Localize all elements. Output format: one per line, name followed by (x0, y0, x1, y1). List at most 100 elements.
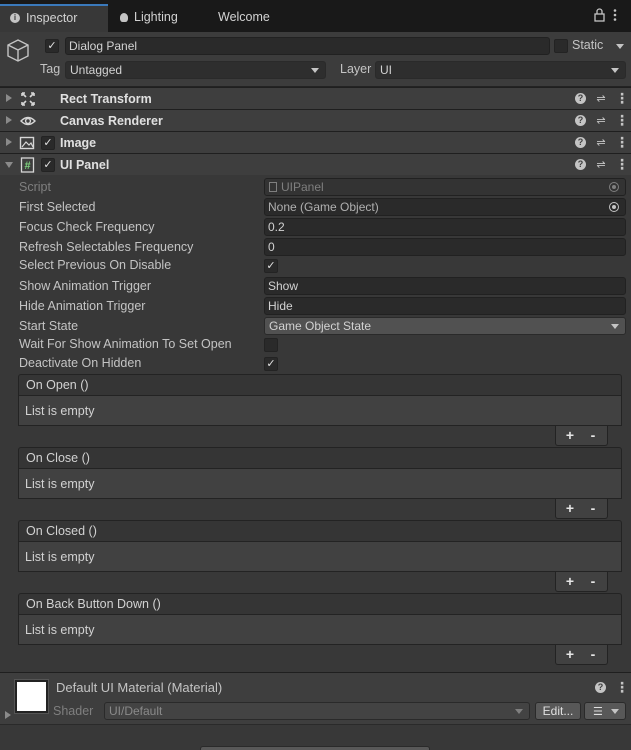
wait-for-show-checkbox[interactable] (264, 338, 278, 352)
add-component-button[interactable] (200, 746, 430, 750)
help-icon[interactable]: ? (595, 682, 606, 693)
start-state-label: Start State (19, 319, 79, 333)
component-header-icons: ? ⇌ ⋮ (575, 135, 629, 151)
event-header-on-back-button-down: On Back Button Down () (18, 593, 622, 615)
component-header-icons: ? ⇌ ⋮ (575, 157, 629, 173)
event-header-on-open: On Open () (18, 374, 622, 396)
focus-check-field[interactable]: 0.2 (264, 218, 626, 236)
tag-dropdown[interactable]: Untagged (65, 61, 326, 79)
tab-welcome[interactable]: Welcome (208, 4, 298, 32)
static-checkbox[interactable] (554, 39, 568, 53)
static-label: Static (572, 38, 604, 52)
info-icon (10, 6, 20, 30)
add-button[interactable]: + (561, 426, 579, 445)
event-list-empty: List is empty (18, 542, 622, 572)
add-button[interactable]: + (561, 645, 579, 664)
start-state-dropdown[interactable]: Game Object State (264, 317, 626, 335)
first-selected-field[interactable]: None (Game Object) (264, 198, 626, 216)
list-add-remove: + - (555, 426, 608, 446)
remove-button[interactable]: - (584, 645, 602, 664)
component-rect-transform[interactable]: Rect Transform ? ⇌ ⋮ (0, 87, 631, 109)
edit-shader-button[interactable]: Edit... (535, 702, 581, 720)
hide-animation-field[interactable]: Hide (264, 297, 626, 315)
remove-button[interactable]: - (584, 572, 602, 591)
start-state-value: Game Object State (269, 319, 372, 333)
presets-icon[interactable]: ⇌ (595, 159, 607, 171)
deactivate-on-hidden-checkbox[interactable]: ✓ (264, 357, 278, 371)
event-list-empty: List is empty (18, 615, 622, 645)
material-header-icons: ? ⋮ (595, 680, 629, 696)
presets-icon[interactable]: ⇌ (595, 115, 607, 127)
select-previous-label: Select Previous On Disable (19, 258, 172, 272)
object-picker-icon (609, 182, 619, 192)
help-icon[interactable]: ? (575, 115, 586, 126)
object-picker-icon[interactable] (609, 202, 619, 212)
component-header-icons: ? ⇌ ⋮ (575, 113, 629, 129)
layer-label: Layer (340, 62, 372, 76)
tab-inspector[interactable]: Inspector (0, 4, 108, 32)
show-animation-label: Show Animation Trigger (19, 279, 152, 293)
material-preview-swatch[interactable] (14, 679, 49, 714)
object-name-field[interactable]: Dialog Panel (65, 37, 550, 55)
add-button[interactable]: + (561, 572, 579, 591)
event-header-on-closed: On Closed () (18, 520, 622, 542)
script-file-icon (269, 182, 277, 192)
component-title: Canvas Renderer (60, 114, 163, 128)
focus-check-label: Focus Check Frequency (19, 220, 155, 234)
component-canvas-renderer[interactable]: Canvas Renderer ? ⇌ ⋮ (0, 109, 631, 131)
kebab-menu-icon[interactable]: ⋮ (615, 91, 629, 106)
remove-button[interactable]: - (584, 499, 602, 518)
list-add-remove: + - (555, 499, 608, 519)
help-icon[interactable]: ? (575, 137, 586, 148)
object-active-checkbox[interactable]: ✓ (45, 39, 59, 53)
chevron-down-icon (515, 709, 523, 714)
script-icon: # (20, 157, 35, 173)
component-enabled-checkbox[interactable]: ✓ (41, 158, 55, 172)
svg-text:#: # (24, 160, 30, 172)
layer-dropdown[interactable]: UI (375, 61, 626, 79)
chevron-down-icon (311, 68, 319, 73)
tab-bar-controls (593, 8, 623, 25)
event-list-empty: List is empty (18, 396, 622, 426)
chevron-down-icon (611, 68, 619, 73)
kebab-menu-icon[interactable]: ⋮ (615, 113, 629, 128)
kebab-menu-icon[interactable]: ⋮ (615, 135, 629, 150)
material-section: Default UI Material (Material) Shader UI… (0, 672, 631, 724)
add-button[interactable]: + (561, 499, 579, 518)
first-selected-label: First Selected (19, 200, 96, 214)
static-dropdown-arrow-icon[interactable] (616, 44, 624, 49)
shader-value: UI/Default (109, 704, 163, 718)
show-animation-field[interactable]: Show (264, 277, 626, 295)
component-title: UI Panel (60, 158, 110, 172)
layer-value: UI (380, 63, 392, 77)
select-previous-checkbox[interactable]: ✓ (264, 259, 278, 273)
foldout-arrow-icon[interactable] (6, 116, 12, 124)
presets-icon[interactable]: ⇌ (595, 137, 607, 149)
component-title: Image (60, 136, 97, 150)
script-label: Script (19, 180, 51, 194)
foldout-arrow-icon[interactable] (5, 711, 11, 719)
remove-button[interactable]: - (584, 426, 602, 445)
lock-icon[interactable] (593, 8, 623, 22)
tab-lighting[interactable]: Lighting (110, 4, 206, 32)
hide-animation-label: Hide Animation Trigger (19, 299, 146, 313)
presets-icon[interactable]: ⇌ (595, 93, 607, 105)
shader-options-button[interactable]: ☰ (584, 702, 626, 720)
tag-value: Untagged (70, 63, 123, 77)
help-icon[interactable]: ? (575, 93, 586, 104)
kebab-menu-icon[interactable]: ⋮ (615, 157, 629, 172)
foldout-arrow-icon[interactable] (5, 162, 13, 168)
material-title: Default UI Material (Material) (56, 680, 223, 695)
foldout-arrow-icon[interactable] (6, 138, 12, 146)
shader-dropdown[interactable]: UI/Default (104, 702, 530, 720)
component-image[interactable]: ✓ Image ? ⇌ ⋮ (0, 131, 631, 153)
help-icon[interactable]: ? (575, 159, 586, 170)
list-menu-icon: ☰ (593, 706, 603, 718)
component-ui-panel[interactable]: # ✓ UI Panel ? ⇌ ⋮ (0, 153, 631, 175)
list-add-remove: + - (555, 572, 608, 592)
kebab-menu-icon[interactable]: ⋮ (615, 680, 629, 695)
foldout-arrow-icon[interactable] (6, 94, 12, 102)
component-enabled-checkbox[interactable]: ✓ (41, 136, 55, 150)
rect-transform-icon (21, 92, 35, 106)
refresh-selectables-field[interactable]: 0 (264, 238, 626, 256)
